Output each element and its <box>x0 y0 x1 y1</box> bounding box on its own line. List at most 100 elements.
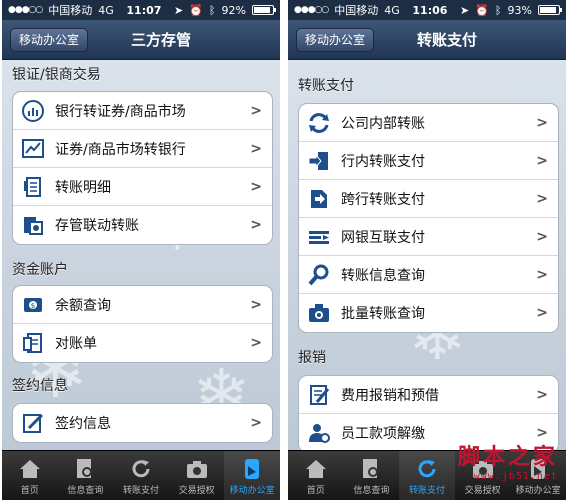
menu-item-securities-to-bank[interactable]: 证券/商品市场转银行 > <box>13 130 272 168</box>
magnifier-icon <box>307 263 331 287</box>
tab-trade-auth[interactable]: 交易授权 <box>169 451 225 500</box>
info-query-icon <box>360 458 382 480</box>
expense-icon <box>307 383 331 407</box>
menu-item-transfer-info-query[interactable]: 转账信息查询 > <box>299 256 558 294</box>
menu-item-label: 存管联动转账 <box>55 218 139 234</box>
watermark: 脚本之家 www.jb51.net <box>458 439 558 482</box>
tab-label: 移动办公室 <box>515 486 561 496</box>
batch-camera-icon <box>307 301 331 325</box>
right-phone-screen: ❄ ❄ ●●●○○ 中国移动 4G 11:06 ➤ ⏰ ᛒ 93% 移动办公室 … <box>288 0 566 500</box>
menu-item-linked-transfer[interactable]: 存管联动转账 > <box>13 206 272 244</box>
chevron-right-icon: > <box>536 305 548 321</box>
svg-text:$: $ <box>31 302 35 310</box>
menu-item-batch-transfer-query[interactable]: 批量转账查询 > <box>299 294 558 332</box>
menu-item-balance-query[interactable]: $ 余额查询 > <box>13 286 272 324</box>
document-icon <box>21 175 45 199</box>
watermark-url: www.jb51.net <box>473 471 558 482</box>
tab-transfer[interactable]: 转账支付 <box>399 451 455 500</box>
menu-group: 签约信息 > <box>12 403 273 443</box>
status-time: 11:06 <box>412 3 448 17</box>
carrier-name: 中国移动 <box>48 4 93 17</box>
interconnect-icon <box>307 225 331 249</box>
status-bar: ●●●○○ 中国移动 4G 11:07 ➤ ⏰ ᛒ 92% <box>2 0 280 20</box>
tab-label: 信息查询 <box>353 486 390 496</box>
chevron-right-icon: > <box>250 140 262 157</box>
watermark-text: 脚本之家 <box>457 444 558 470</box>
menu-item-label: 公司内部转账 <box>341 115 425 132</box>
page-title: 三方存管 <box>130 31 191 49</box>
menu-content: 银证/银商交易 银行转证券/商品市场 > 证券/商品市场转银行 > 转账明细 >… <box>2 61 280 450</box>
tab-label: 转账支付 <box>408 486 445 496</box>
section-title: 签约信息 <box>12 378 68 394</box>
page-title: 转账支付 <box>416 31 477 49</box>
battery-percent: 93% <box>507 3 532 17</box>
menu-item-label: 费用报销和预借 <box>341 387 439 404</box>
status-bar: ●●●○○ 中国移动 4G 11:06 ➤ ⏰ ᛒ 93% <box>288 0 566 20</box>
statement-icon <box>21 331 45 355</box>
chevron-right-icon: > <box>536 152 548 169</box>
camera-icon <box>186 458 208 480</box>
tab-mobile-office[interactable]: 移动办公室 <box>224 451 280 500</box>
menu-item-label: 证券/商品市场转银行 <box>55 141 186 158</box>
balance-icon: $ <box>21 293 45 317</box>
menu-item-statement[interactable]: 对账单 > <box>13 324 272 362</box>
tab-label: 交易授权 <box>464 486 501 496</box>
chevron-right-icon: > <box>536 114 548 131</box>
sign-icon <box>21 411 45 435</box>
menu-item-label: 跨行转账支付 <box>341 191 425 208</box>
menu-item-expense-reimbursement[interactable]: 费用报销和预借 > <box>299 376 558 414</box>
chevron-right-icon: > <box>250 217 262 233</box>
chevron-right-icon: > <box>536 386 548 403</box>
battery-percent: 92% <box>221 3 246 17</box>
menu-item-interbank-transfer[interactable]: 跨行转账支付 > <box>299 180 558 218</box>
tab-transfer[interactable]: 转账支付 <box>113 451 169 500</box>
tab-label: 信息查询 <box>67 486 104 496</box>
menu-item-label: 签约信息 <box>55 416 111 432</box>
chevron-right-icon: > <box>536 228 548 245</box>
tab-info-query[interactable]: 信息查询 <box>344 451 400 500</box>
menu-item-label: 银行转证券/商品市场 <box>55 103 186 120</box>
network-type: 4G <box>384 3 400 17</box>
menu-item-label: 批量转账查询 <box>341 306 425 322</box>
bluetooth-icon: ᛒ <box>208 3 216 17</box>
menu-item-label: 行内转账支付 <box>341 153 425 170</box>
mobile-office-icon <box>241 458 263 480</box>
menu-group: $ 余额查询 > 对账单 > <box>12 285 273 363</box>
alarm-icon: ⏰ <box>475 3 489 17</box>
chevron-right-icon: > <box>250 296 262 313</box>
menu-item-in-bank-transfer[interactable]: 行内转账支付 > <box>299 142 558 180</box>
menu-item-transfer-details[interactable]: 转账明细 > <box>13 168 272 206</box>
chevron-right-icon: > <box>536 266 548 283</box>
carrier-name: 中国移动 <box>334 4 379 17</box>
bluetooth-icon: ᛒ <box>494 3 502 17</box>
tab-info-query[interactable]: 信息查询 <box>58 451 114 500</box>
menu-item-label: 转账信息查询 <box>341 267 425 284</box>
enter-icon <box>307 149 331 173</box>
navigation-bar: 移动办公室 三方存管 <box>2 20 280 60</box>
menu-item-label: 余额查询 <box>55 297 111 314</box>
menu-item-bank-to-securities[interactable]: 银行转证券/商品市场 > <box>13 92 272 130</box>
tab-home[interactable]: 首页 <box>2 451 58 500</box>
menu-group: 公司内部转账 > 行内转账支付 > 跨行转账支付 > 网银互联支付 > 转账信息… <box>298 103 559 333</box>
section-title: 报销 <box>298 350 326 366</box>
menu-item-label: 网银互联支付 <box>341 229 425 246</box>
cycle-arrows-icon <box>307 111 331 135</box>
chevron-right-icon: > <box>250 335 262 351</box>
chevron-right-icon: > <box>250 102 262 119</box>
left-phone-screen: ❄ ❄ ❄ ●●●○○ 中国移动 4G 11:07 ➤ ⏰ ᛒ 92% 移动办公… <box>2 0 280 500</box>
navigation-bar: 移动办公室 转账支付 <box>288 20 566 60</box>
section-title: 资金账户 <box>12 262 68 278</box>
battery-icon <box>251 5 276 15</box>
battery-icon <box>537 5 562 15</box>
menu-item-sign-info[interactable]: 签约信息 > <box>13 404 272 442</box>
menu-item-internal-transfer[interactable]: 公司内部转账 > <box>299 104 558 142</box>
network-type: 4G <box>98 3 114 17</box>
home-icon <box>19 458 41 480</box>
chevron-right-icon: > <box>250 178 262 195</box>
menu-item-online-banking-interconnect[interactable]: 网银互联支付 > <box>299 218 558 256</box>
location-icon: ➤ <box>460 3 470 17</box>
tab-home[interactable]: 首页 <box>288 451 344 500</box>
section-title: 银证/银商交易 <box>12 67 101 83</box>
linked-transfer-icon <box>21 213 45 237</box>
tab-label: 转账支付 <box>122 486 159 496</box>
